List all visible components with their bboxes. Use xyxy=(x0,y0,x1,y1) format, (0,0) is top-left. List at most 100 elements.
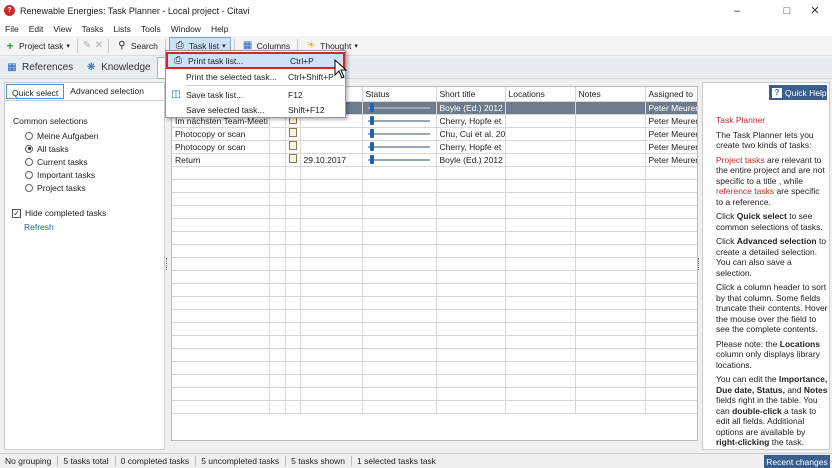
cell-task[interactable] xyxy=(172,296,270,310)
cell-importance[interactable] xyxy=(269,361,286,375)
cell-title[interactable] xyxy=(436,192,506,206)
cell-importance[interactable] xyxy=(269,192,286,206)
cell-notes[interactable] xyxy=(575,335,646,349)
tab-quick-select[interactable]: Quick select xyxy=(6,84,65,99)
cell-task[interactable] xyxy=(172,218,270,232)
cell-status[interactable] xyxy=(362,309,437,323)
table-row[interactable]: Return 29.10.2017 Boyle (Ed.) 2012 – Peter … xyxy=(172,153,697,167)
cell-type[interactable] xyxy=(285,387,301,401)
cell-title[interactable]: Cherry, Hopfe et xyxy=(436,114,506,128)
cell-title[interactable] xyxy=(436,400,506,414)
cell-date[interactable] xyxy=(300,166,363,180)
cell-locations[interactable] xyxy=(505,257,576,271)
cell-task[interactable]: Return xyxy=(172,153,270,167)
cell-assigned[interactable]: Peter Meurer xyxy=(645,140,697,154)
cell-locations[interactable] xyxy=(505,114,576,128)
cell-date[interactable] xyxy=(300,400,363,414)
cell-locations[interactable] xyxy=(505,231,576,245)
table-row[interactable] xyxy=(172,387,697,401)
cell-assigned[interactable] xyxy=(645,205,697,219)
cell-type[interactable] xyxy=(285,374,301,388)
cell-title[interactable] xyxy=(436,322,506,336)
cell-type[interactable] xyxy=(285,192,301,206)
cell-type[interactable] xyxy=(285,244,301,258)
cell-assigned[interactable] xyxy=(645,361,697,375)
cell-task[interactable] xyxy=(172,322,270,336)
cell-title[interactable] xyxy=(436,205,506,219)
cell-importance[interactable] xyxy=(269,231,286,245)
minimize-icon[interactable]: – xyxy=(718,0,756,21)
table-row[interactable] xyxy=(172,218,697,232)
delete-x-icon[interactable]: ✕ xyxy=(93,40,105,52)
recent-changes-button[interactable]: Recent changes xyxy=(764,455,830,468)
cell-locations[interactable] xyxy=(505,296,576,310)
cell-type[interactable] xyxy=(285,322,301,336)
cell-title[interactable] xyxy=(436,387,506,401)
cell-date[interactable] xyxy=(300,387,363,401)
status-slider[interactable] xyxy=(366,142,432,151)
cell-type[interactable] xyxy=(285,361,301,375)
cell-notes[interactable] xyxy=(575,361,646,375)
cell-title[interactable]: Chu, Cui et al. 201 xyxy=(436,127,506,141)
cell-task[interactable] xyxy=(172,309,270,323)
menu-item-save-task-list[interactable]: ◫ Save task list... F12 xyxy=(166,87,345,102)
edit-pencil-icon[interactable]: ✎ xyxy=(81,40,93,52)
cell-task[interactable] xyxy=(172,348,270,362)
status-slider[interactable] xyxy=(366,116,432,125)
status-slider[interactable] xyxy=(366,155,432,164)
cell-assigned[interactable] xyxy=(645,244,697,258)
cell-assigned[interactable] xyxy=(645,270,697,284)
cell-importance[interactable] xyxy=(269,153,286,167)
cell-assigned[interactable] xyxy=(645,231,697,245)
cell-title[interactable] xyxy=(436,348,506,362)
table-row[interactable] xyxy=(172,296,697,310)
cell-date[interactable] xyxy=(300,127,363,141)
cell-assigned[interactable] xyxy=(645,348,697,362)
cell-title[interactable] xyxy=(436,309,506,323)
cell-assigned[interactable] xyxy=(645,166,697,180)
cell-notes[interactable] xyxy=(575,283,646,297)
cell-notes[interactable] xyxy=(575,231,646,245)
cell-task[interactable] xyxy=(172,244,270,258)
cell-title[interactable]: Cherry, Hopfe et xyxy=(436,140,506,154)
cell-status[interactable] xyxy=(362,244,437,258)
cell-status[interactable] xyxy=(362,231,437,245)
cell-notes[interactable] xyxy=(575,218,646,232)
cell-status[interactable] xyxy=(362,374,437,388)
table-row[interactable] xyxy=(172,309,697,323)
table-row[interactable] xyxy=(172,361,697,375)
cell-task[interactable] xyxy=(172,335,270,349)
cell-importance[interactable] xyxy=(269,244,286,258)
cell-task[interactable] xyxy=(172,361,270,375)
hide-completed-checkbox[interactable]: ✓ Hide completed tasks xyxy=(12,208,106,218)
cell-assigned[interactable]: Peter Meurer xyxy=(645,127,697,141)
radio-project-tasks[interactable]: Project tasks xyxy=(25,181,98,194)
menu-item-print-task-list[interactable]: ⎙ Print task list... Ctrl+P xyxy=(166,52,345,69)
cell-status[interactable] xyxy=(362,153,437,167)
cell-type[interactable] xyxy=(285,400,301,414)
cell-importance[interactable] xyxy=(269,127,286,141)
cell-task[interactable]: Photocopy or scan xyxy=(172,140,270,154)
left-splitter[interactable] xyxy=(165,82,170,450)
cell-title[interactable] xyxy=(436,257,506,271)
cell-assigned[interactable] xyxy=(645,218,697,232)
cell-importance[interactable] xyxy=(269,296,286,310)
cell-title[interactable] xyxy=(436,244,506,258)
cell-locations[interactable] xyxy=(505,101,576,115)
table-row[interactable] xyxy=(172,283,697,297)
menu-edit[interactable]: Edit xyxy=(24,24,49,34)
cell-type[interactable] xyxy=(285,166,301,180)
cell-task[interactable]: Photocopy or scan xyxy=(172,127,270,141)
cell-task[interactable] xyxy=(172,257,270,271)
table-row[interactable] xyxy=(172,348,697,362)
cell-date[interactable] xyxy=(300,205,363,219)
table-row[interactable] xyxy=(172,374,697,388)
table-row[interactable] xyxy=(172,231,697,245)
search-button[interactable]: ⚲ Search xyxy=(112,37,162,55)
cell-date[interactable] xyxy=(300,283,363,297)
slider-thumb[interactable] xyxy=(370,155,375,164)
cell-status[interactable] xyxy=(362,270,437,284)
cell-status[interactable] xyxy=(362,179,437,193)
slider-thumb[interactable] xyxy=(370,129,375,138)
cell-date[interactable] xyxy=(300,335,363,349)
